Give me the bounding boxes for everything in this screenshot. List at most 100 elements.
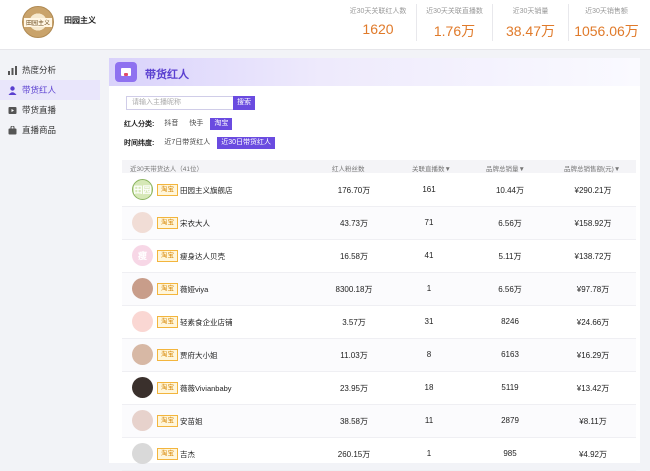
revenue-amount: ¥4.92万	[578, 450, 608, 459]
fans-count: 8300.18万	[335, 285, 373, 294]
avatar-text	[132, 212, 153, 233]
table-row[interactable]: 淘宝 薇薇Vivianbaby 23.95万 18 5119 ¥13.42万	[122, 372, 636, 405]
sidebar-item-products[interactable]: 直播商品	[0, 120, 100, 140]
sidebar-item-label: 带货直播	[22, 105, 57, 115]
sidebar-item-lives[interactable]: 带货直播	[0, 100, 100, 120]
lives-count: 41	[424, 251, 434, 260]
stat-label: 近30天销售额	[585, 8, 628, 15]
search-button[interactable]: 搜索	[233, 96, 255, 110]
top-bar: 田园主义 田园主义 近30天关联红人数 1620 近30天关联直播数 1.76万…	[0, 0, 650, 50]
platform-badge: 淘宝	[157, 184, 178, 196]
fans-count: 176.70万	[337, 186, 371, 195]
platform-badge: 淘宝	[157, 448, 178, 460]
filter-douyin[interactable]: 抖音	[160, 118, 182, 130]
stat-label: 近30天销量	[512, 8, 549, 15]
lives-count: 161	[422, 185, 436, 194]
sidebar-item-influencers[interactable]: 带货红人	[0, 80, 100, 100]
influencer-name[interactable]: 薇薇Vivianbaby	[180, 383, 232, 394]
stat-value: 1056.06万	[574, 23, 639, 39]
stat-value: 38.47万	[505, 23, 556, 39]
revenue-amount: ¥138.72万	[574, 252, 612, 261]
influencer-name[interactable]: 吉杰	[180, 449, 195, 460]
time-filter: 时间纬度: 近7日带货红人 近30日带货红人	[124, 137, 278, 149]
table-row[interactable]: 淘宝 薇娅viya 8300.18万 1 6.56万 ¥97.78万	[122, 273, 636, 306]
table-row[interactable]: 淘宝 宋衣大人 43.73万 71 6.56万 ¥158.92万	[122, 207, 636, 240]
lives-count: 18	[424, 383, 434, 392]
video-icon	[8, 106, 17, 115]
stat-label: 近30天关联直播数	[426, 8, 483, 15]
platform-badge: 淘宝	[157, 283, 178, 295]
avatar	[132, 278, 153, 299]
influencer-name[interactable]: 贾府大小姐	[180, 350, 218, 361]
bag-icon	[115, 62, 137, 82]
influencer-name[interactable]: 瘦身达人贝壳	[180, 251, 225, 262]
filter-kuaishou[interactable]: 快手	[185, 118, 207, 130]
platform-badge: 淘宝	[157, 250, 178, 262]
sales-count: 6.56万	[498, 285, 522, 294]
avatar-text	[132, 377, 153, 398]
avatar: 瘦	[132, 245, 153, 266]
stat-linked-influencers: 近30天关联红人数 1620	[340, 4, 416, 41]
sales-count: 6.56万	[498, 219, 522, 228]
fans-count: 11.03万	[340, 351, 368, 360]
avatar	[132, 311, 153, 332]
influencer-name[interactable]: 安苗姐	[180, 416, 203, 427]
avatar	[132, 344, 153, 365]
filter-taobao[interactable]: 淘宝	[210, 118, 233, 130]
fans-count: 23.95万	[339, 384, 369, 393]
avatar	[132, 212, 153, 233]
revenue-amount: ¥16.29万	[576, 351, 610, 360]
revenue-amount: ¥13.42万	[576, 384, 610, 393]
table-row[interactable]: 淘宝 轻素食企业店铺 3.57万 31 8246 ¥24.66万	[122, 306, 636, 339]
fans-count: 3.57万	[342, 318, 366, 327]
revenue-amount: ¥24.66万	[576, 318, 610, 327]
header-revenue[interactable]: 品牌总销售额(元)▼	[564, 163, 620, 173]
header-sales[interactable]: 品牌总销量▼	[486, 163, 525, 173]
avatar-text	[132, 443, 153, 464]
stat-label: 近30天关联红人数	[349, 8, 407, 15]
table-row[interactable]: 淘宝 安苗姐 38.58万 11 2879 ¥8.11万	[122, 405, 636, 438]
avatar-text	[132, 311, 153, 332]
filter-30-days[interactable]: 近30日带货红人	[217, 137, 276, 149]
lives-count: 11	[424, 416, 434, 425]
avatar	[132, 410, 153, 431]
table-row[interactable]: 田园 淘宝 田园主义旗舰店 176.70万 161 10.44万 ¥290.21万	[122, 174, 636, 207]
header-influencers: 近30天带货达人（41位）	[130, 166, 203, 173]
lives-count: 71	[424, 218, 434, 227]
lives-count: 1	[426, 449, 432, 458]
search-input[interactable]: 请输入主播昵称	[126, 96, 237, 110]
filter-7-days[interactable]: 近7日带货红人	[160, 137, 214, 149]
avatar-text: 田园	[133, 185, 152, 195]
header-lives[interactable]: 关联直播数▼	[412, 163, 451, 173]
fans-count: 43.73万	[339, 219, 369, 228]
brand-logo: 田园主义	[22, 6, 54, 38]
influencer-name[interactable]: 田园主义旗舰店	[180, 185, 233, 196]
table-row[interactable]: 淘宝 贾府大小姐 11.03万 8 6163 ¥16.29万	[122, 339, 636, 372]
table-row[interactable]: 瘦淘宝 瘦身达人贝壳 16.58万 41 5.11万 ¥138.72万	[122, 240, 636, 273]
sales-count: 8246	[501, 317, 519, 326]
sales-count: 985	[503, 449, 517, 458]
sidebar-item-label: 热度分析	[22, 65, 57, 75]
stat-revenue: 近30天销售额 1056.06万	[568, 4, 644, 41]
platform-badge: 淘宝	[157, 217, 178, 229]
brand-name: 田园主义	[64, 16, 96, 25]
influencer-name[interactable]: 薇娅viya	[180, 284, 208, 295]
bag-icon	[8, 125, 17, 135]
table-row[interactable]: 淘宝 吉杰 260.15万 1 985 ¥4.92万	[122, 438, 636, 471]
influencer-name[interactable]: 轻素食企业店铺	[180, 317, 233, 328]
category-filter: 红人分类: 抖音 快手 淘宝	[124, 118, 235, 130]
lives-count: 31	[424, 317, 434, 326]
sidebar-item-heat-analysis[interactable]: 热度分析	[0, 60, 100, 80]
revenue-amount: ¥97.78万	[576, 285, 610, 294]
revenue-amount: ¥8.11万	[579, 417, 607, 426]
avatar-text: 瘦	[137, 251, 147, 261]
stat-value: 1620	[362, 21, 394, 37]
fans-count: 38.58万	[339, 417, 369, 426]
platform-badge: 淘宝	[157, 316, 178, 328]
stats-bar: 近30天关联红人数 1620 近30天关联直播数 1.76万 近30天销量 38…	[340, 4, 644, 41]
brand-logo-text: 田园主义	[23, 17, 52, 27]
influencer-name[interactable]: 宋衣大人	[180, 218, 210, 229]
sales-count: 5119	[501, 383, 519, 392]
revenue-amount: ¥158.92万	[574, 219, 612, 228]
table-header: 近30天带货达人（41位） 红人粉丝数 关联直播数▼ 品牌总销量▼ 品牌总销售额…	[122, 160, 636, 173]
